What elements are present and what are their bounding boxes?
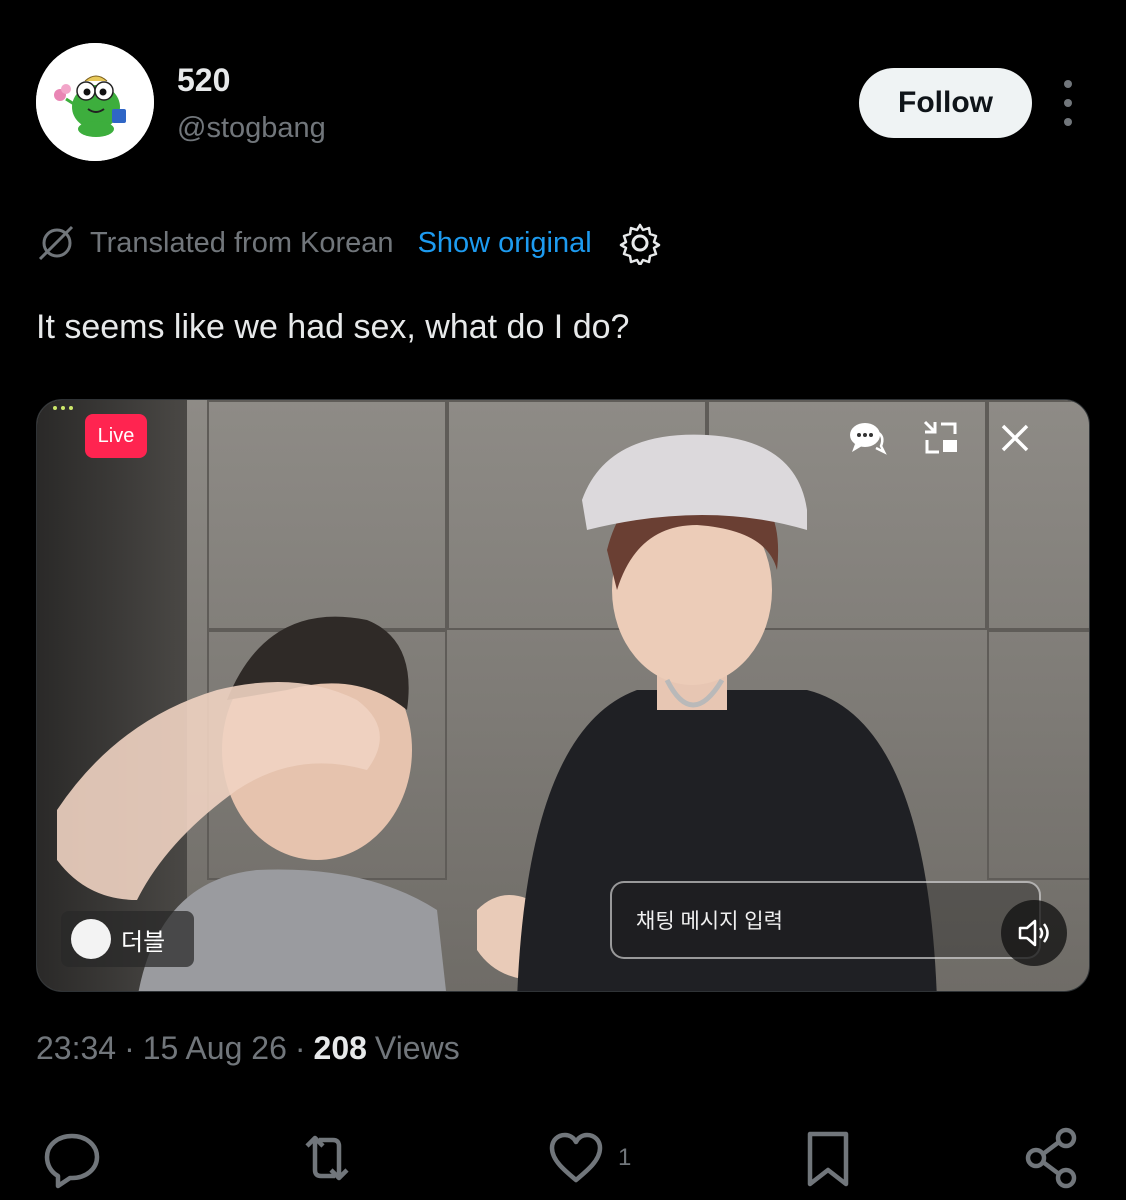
show-original-link[interactable]: Show original [418,227,592,260]
video-media[interactable]: Live 더블 채팅 메시지 입력 [36,399,1090,992]
translation-row: Translated from Korean Show original [36,220,662,266]
indicator-dots [53,406,73,410]
share-icon [1025,1127,1077,1189]
translated-label: Translated from Korean [90,226,394,259]
like-button[interactable]: 1 [544,1126,631,1190]
couple-name: 더블 [121,928,166,956]
follow-button[interactable]: Follow [859,68,1032,138]
tweet-time[interactable]: 23:34 [36,1030,116,1067]
frog-avatar-icon [36,43,154,161]
tweet-meta: 23:34 · 15 Aug 26 · 208 Views [36,1030,460,1067]
share-button[interactable] [1020,1126,1084,1190]
couple-avatar [71,919,111,959]
pip-minimize-icon[interactable] [921,418,961,458]
views-label: Views [374,1030,460,1066]
gear-icon[interactable] [618,221,662,265]
reply-icon [44,1133,100,1189]
heart-icon [549,1132,603,1183]
action-bar: 1 [0,1120,1126,1200]
views-count: 208 [313,1030,367,1066]
author-handle[interactable]: @stogbang [177,112,326,145]
meta-separator: · [124,1030,135,1066]
more-options-icon[interactable] [1054,80,1082,126]
wall-panel [987,630,1089,880]
meta-separator: · [294,1030,306,1066]
media-top-controls [847,418,1035,458]
author-avatar[interactable] [36,43,154,161]
close-icon[interactable] [995,418,1035,458]
translate-globe-icon [38,225,74,261]
author-display-name[interactable]: 520 [177,62,230,99]
chat-message-input[interactable]: 채팅 메시지 입력 [610,881,1041,959]
chat-bubble-icon[interactable] [847,418,887,458]
couple-badge[interactable]: 더블 [61,911,194,967]
speaker-icon [1018,919,1049,947]
like-count: 1 [618,1144,632,1171]
bookmark-button[interactable] [796,1126,860,1190]
bookmark-icon [807,1131,849,1187]
tweet-date[interactable]: 15 Aug 26 [143,1030,287,1067]
repost-button[interactable] [295,1126,359,1190]
live-badge: Live [85,414,147,458]
tweet-text: It seems like we had sex, what do I do? [36,308,630,346]
reply-button[interactable] [40,1126,104,1190]
repost-icon [305,1135,349,1181]
volume-button[interactable] [1001,900,1067,966]
